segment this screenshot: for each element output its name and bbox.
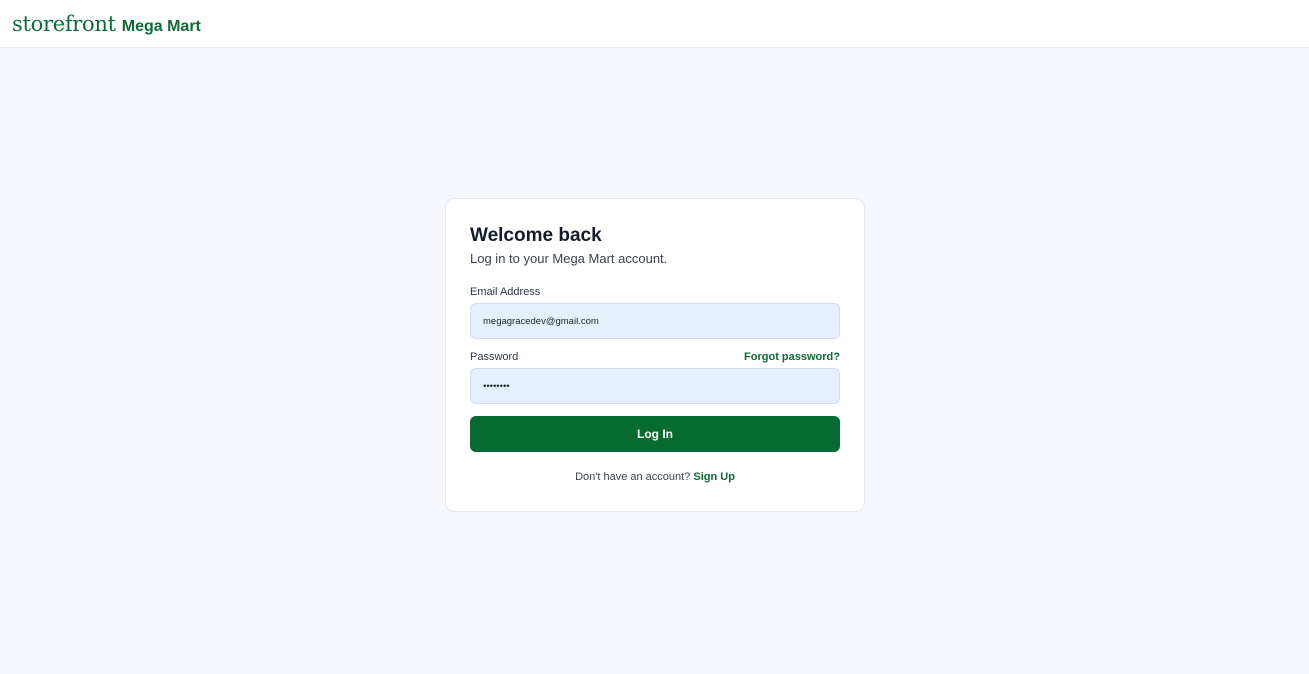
brand-logo-link[interactable]: storefront Mega Mart: [12, 12, 201, 36]
forgot-password-link[interactable]: Forgot password?: [744, 351, 840, 363]
email-label: Email Address: [470, 286, 541, 298]
password-field[interactable]: [470, 368, 840, 404]
login-button[interactable]: Log In: [470, 416, 840, 452]
email-label-row: Email Address: [470, 286, 840, 298]
top-bar: storefront Mega Mart: [0, 0, 1309, 48]
email-field[interactable]: [470, 303, 840, 339]
signup-row: Don't have an account? Sign Up: [470, 471, 840, 483]
signup-link[interactable]: Sign Up: [693, 471, 735, 483]
page-title: Welcome back: [470, 225, 602, 246]
login-card: Welcome back Log in to your Mega Mart ac…: [445, 198, 865, 512]
signup-prompt: Don't have an account?: [575, 471, 691, 483]
store-name: Mega Mart: [121, 17, 201, 35]
page-subtitle: Log in to your Mega Mart account.: [470, 251, 668, 266]
password-label: Password: [470, 351, 519, 363]
email-group: Email Address: [470, 286, 840, 339]
brand-wordmark: storefront: [12, 11, 116, 36]
password-group: Password Forgot password?: [470, 351, 840, 404]
password-label-row: Password Forgot password?: [470, 351, 840, 363]
